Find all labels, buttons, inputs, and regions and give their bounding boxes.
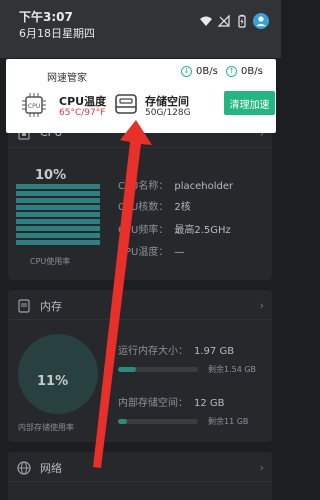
storage-usage-percent: 11% — [37, 374, 69, 389]
notification-storage-value: 50G/128G — [145, 108, 191, 118]
cpu-usage-percent: 10% — [35, 168, 67, 183]
upload-icon: ↑ — [226, 66, 237, 77]
cpu-temp-value: — — [174, 247, 185, 258]
notification-app-name: 网速管家 — [47, 73, 87, 84]
battery-charging-icon — [238, 14, 246, 28]
signal-off-icon — [217, 14, 230, 27]
ram-row: 运行内存大小： 1.97 GB — [118, 342, 234, 357]
status-time: 下午3:07 — [19, 10, 73, 24]
notification-cpu-title: CPU温度 — [59, 95, 107, 108]
storage-progress-bar — [118, 419, 198, 424]
wifi-icon — [200, 16, 212, 26]
cpu-cores-row: CPU核数： 2核 — [118, 198, 191, 213]
ram-label: 运行内存大小： — [118, 346, 188, 357]
account-icon[interactable] — [253, 13, 269, 29]
cpu-bar — [16, 233, 100, 238]
clean-boost-button[interactable]: 清理加速 — [224, 91, 275, 115]
network-panel-title: 网络 — [40, 462, 62, 475]
cpu-bar — [16, 219, 100, 224]
cpu-cores-label: CPU核数： — [118, 202, 169, 213]
cpu-usage-bars — [16, 184, 100, 247]
cpu-bar — [16, 226, 100, 231]
svg-text:CPU: CPU — [28, 103, 40, 110]
cpu-bar — [16, 184, 100, 189]
cpu-cores-value: 2核 — [174, 202, 191, 213]
screen: CPU › 10% CPU使用率 CPU名称： placeholder CPU核数… — [0, 0, 281, 500]
cpu-name-value: placeholder — [174, 181, 234, 192]
upload-speed-value: 0B/s — [241, 66, 263, 77]
ram-remaining: 剩余1.54 GB — [208, 365, 257, 374]
download-speed: ↓ 0B/s — [181, 66, 218, 77]
storage-progress-fill — [118, 419, 127, 424]
memory-panel-title: 内存 — [40, 300, 62, 313]
storage-usage-caption: 内部存储使用率 — [18, 423, 74, 432]
status-date: 6月18日星期四 — [19, 27, 95, 40]
ram-value: 1.97 GB — [194, 346, 235, 357]
speed-manager-notification[interactable]: 网速管家 ↓ 0B/s ↑ 0B/s CPU CPU温度 65°C/97°F 存… — [6, 59, 276, 133]
notification-shade-header: 下午3:07 6月18日星期四 — [0, 0, 281, 58]
cpu-bar — [16, 212, 100, 217]
globe-icon — [17, 461, 31, 475]
cpu-panel[interactable]: CPU › 10% CPU使用率 CPU名称：placeholder CPU核数… — [8, 118, 272, 280]
cpu-temp-row: CPU温度： — — [118, 243, 184, 258]
chevron-right-icon: › — [259, 461, 264, 474]
download-speed-value: 0B/s — [196, 66, 218, 77]
storage-value: 12 GB — [194, 398, 225, 409]
storage-remaining: 剩余11 GB — [208, 417, 249, 426]
cpu-name-row: CPU名称： placeholder — [118, 177, 233, 192]
storage-row: 内部存储空间： 12 GB — [118, 394, 225, 409]
cpu-chip-icon: CPU — [22, 93, 46, 117]
notification-cpu-value: 65°C/97°F — [59, 108, 106, 118]
storage-icon — [115, 94, 137, 114]
status-icons — [199, 13, 269, 29]
storage-label: 内部存储空间： — [118, 398, 188, 409]
cpu-freq-value: 最高2.5GHz — [174, 225, 231, 236]
memory-panel-header[interactable]: 内存 › — [8, 290, 272, 320]
cpu-bar — [16, 198, 100, 203]
cpu-temp-label: CPU温度： — [118, 247, 169, 258]
cpu-bar — [16, 205, 100, 210]
cpu-name-label: CPU名称： — [118, 181, 169, 192]
memory-panel[interactable]: 内存 › 11% 内部存储使用率 运行内存大小： 1.97 GB 剩余1.54 G… — [8, 290, 272, 442]
cpu-freq-label: CPU频率： — [118, 225, 169, 236]
memory-icon — [18, 299, 30, 313]
cpu-bar — [16, 240, 100, 245]
chevron-right-icon: › — [259, 299, 264, 312]
cpu-usage-caption: CPU使用率 — [30, 257, 71, 266]
download-icon: ↓ — [181, 66, 192, 77]
ram-progress-bar — [118, 367, 198, 372]
upload-speed: ↑ 0B/s — [226, 66, 263, 77]
network-panel[interactable]: 网络 › — [8, 452, 272, 500]
network-panel-header[interactable]: 网络 › — [8, 452, 272, 482]
cpu-bar — [16, 191, 100, 196]
cpu-freq-row: CPU频率： 最高2.5GHz — [118, 221, 231, 236]
notification-storage-title: 存储空间 — [145, 95, 189, 108]
ram-progress-fill — [118, 367, 136, 372]
